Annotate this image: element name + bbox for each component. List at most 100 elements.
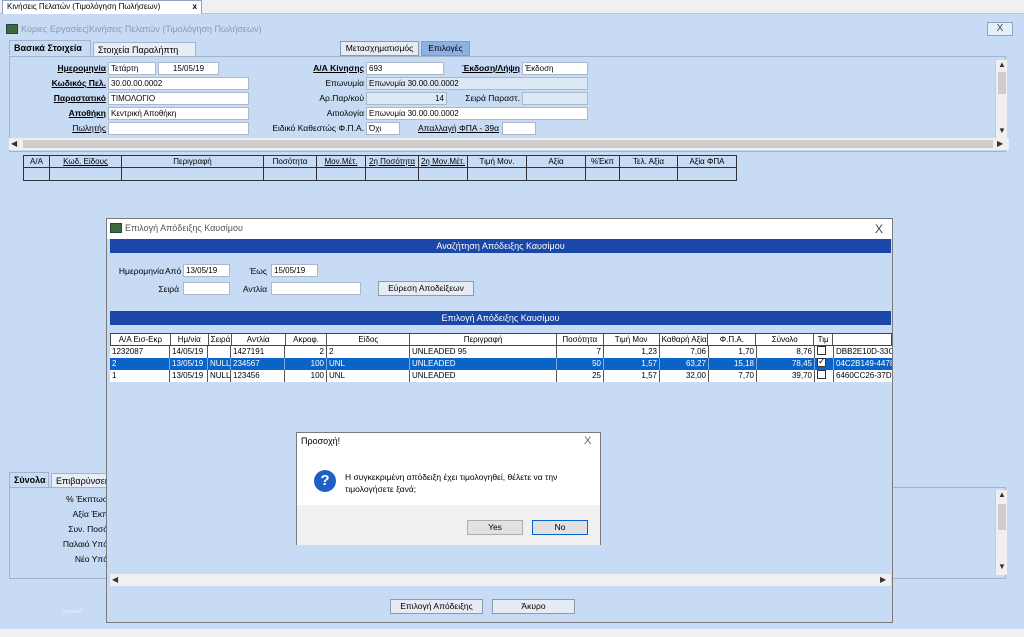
warehouse-label: Αποθήκη (68, 108, 106, 118)
app-icon (6, 24, 18, 34)
reason-label: Αιτιολογία (326, 108, 364, 118)
col-pump[interactable]: Αντλία (232, 334, 286, 345)
select-receipt-button[interactable]: Επιλογή Απόδειξης (390, 599, 483, 614)
aa-field[interactable]: 693 (366, 62, 444, 75)
seller-field[interactable] (108, 122, 249, 135)
tab-charges[interactable]: Επιβαρύνσεις (51, 473, 111, 488)
scroll-right-icon[interactable]: ▶ (880, 575, 886, 584)
vat-status-field[interactable]: Όχι (366, 122, 400, 135)
app-icon (110, 223, 122, 233)
date-label: Ημερομηνία (118, 266, 164, 276)
scroll-right-icon[interactable]: ▶ (997, 139, 1003, 148)
warehouse-field[interactable]: Κεντρική Αποθήκη (108, 107, 249, 120)
fuel-dialog-titlebar: Επιλογή Απόδειξης Καυσίμου (107, 219, 892, 239)
col-discount[interactable]: %Έκπ (586, 156, 620, 167)
no-button[interactable]: No (532, 520, 588, 535)
scroll-down-icon[interactable]: ▼ (998, 562, 1006, 571)
pump-field[interactable] (271, 282, 361, 295)
col-total[interactable]: Σύνολο (756, 334, 815, 345)
aa-label: Α/Α Κίνησης (313, 63, 364, 73)
options-button[interactable]: Επιλογές (421, 41, 470, 56)
document-tabstrip: Κινήσεις Πελατών (Τιμολόγηση Πωλήσεων) x (0, 0, 1024, 14)
confirm-dialog-footer: Yes No (297, 505, 600, 545)
tab-recipient-info[interactable]: Στοιχεία Παραλήπτη (93, 42, 196, 57)
table-row[interactable]: 1 13/05/19 NULL 123456 100 UNL UNLEADED … (110, 370, 892, 382)
col-series[interactable]: Σειρά (209, 334, 232, 345)
invoiced-checkbox[interactable] (817, 370, 826, 379)
document-tab-label: Κινήσεις Πελατών (Τιμολόγηση Πωλήσεων) (7, 2, 161, 11)
col-vat-value[interactable]: Αξία ΦΠΑ (678, 156, 736, 167)
date-to-field[interactable]: 15/05/19 (271, 264, 318, 277)
scroll-left-icon[interactable]: ◀ (112, 575, 118, 584)
col-vat[interactable]: Φ.Π.Α. (708, 334, 757, 345)
document-series-field (522, 92, 588, 105)
document-type-label: Παραστατικό (53, 93, 106, 103)
col-aa[interactable]: Α/Α (24, 156, 50, 167)
date-to-label: Έως (249, 266, 267, 276)
table-row[interactable]: 1232087 14/05/19 1427191 2 2 UNLEADED 95… (110, 346, 892, 358)
col-quantity[interactable]: Ποσότητα (264, 156, 317, 167)
col-quantity[interactable]: Ποσότητα (557, 334, 604, 345)
col-description[interactable]: Περιγραφή (410, 334, 557, 345)
transform-button[interactable]: Μετασχηματισμός (340, 41, 419, 56)
col-unit[interactable]: Μον.Μέτ. (317, 156, 366, 167)
col-net-value[interactable]: Καθαρή Αξία (660, 334, 709, 345)
tab-totals[interactable]: Σύνολα (9, 472, 49, 487)
table-row[interactable] (23, 168, 737, 181)
question-icon: ? (314, 470, 336, 492)
issue-field[interactable]: Έκδοση (522, 62, 588, 75)
invoiced-checkbox[interactable] (817, 358, 826, 367)
col-unit2[interactable]: 2η Μον.Μέτ. (419, 156, 468, 167)
yes-button[interactable]: Yes (467, 520, 523, 535)
scroll-left-icon[interactable]: ◀ (11, 139, 17, 148)
customer-code-field[interactable]: 30.00.00.0002 (108, 77, 249, 90)
invoiced-checkbox[interactable] (817, 346, 826, 355)
document-type-field[interactable]: ΤΙΜΟΛΟΓΙΟ (108, 92, 249, 105)
col-description[interactable]: Περιγραφή (122, 156, 264, 167)
date-from-field[interactable]: 13/05/19 (183, 264, 230, 277)
col-guid[interactable] (833, 334, 891, 345)
col-value[interactable]: Αξία (527, 156, 586, 167)
document-series-label: Σειρά Παραστ. (465, 93, 520, 103)
close-icon[interactable]: x (193, 2, 197, 11)
close-icon[interactable]: X (875, 222, 883, 236)
col-item[interactable]: Είδος (327, 334, 411, 345)
table-row-selected[interactable]: 2 13/05/19 NULL 234567 100 UNL UNLEADED … (110, 358, 892, 370)
issue-label: Έκδοση/Λήψη (462, 63, 520, 73)
scroll-up-icon[interactable]: ▲ (998, 490, 1006, 499)
col-qty2[interactable]: 2η Ποσότητα (366, 156, 419, 167)
customer-code-label: Κωδικός Πελ. (51, 78, 106, 88)
lines-grid-header: Α/Α Κωδ. Είδους Περιγραφή Ποσότητα Μον.Μ… (23, 155, 737, 168)
series-field[interactable] (183, 282, 230, 295)
col-invoiced[interactable]: Τιμ (814, 334, 834, 345)
confirm-message: Η συγκεκριμένη απόδειξη έχει τιμολογηθεί… (345, 472, 558, 494)
window-close-button[interactable]: X (987, 22, 1013, 36)
totals-label: Αξία Έκπ (72, 509, 108, 519)
name-label: Επωνυμία (325, 78, 364, 88)
tab-basic-info[interactable]: Βασικά Στοιχεία (9, 40, 91, 55)
lines-grid: Α/Α Κωδ. Είδους Περιγραφή Ποσότητα Μον.Μ… (23, 155, 737, 181)
search-section-bar: Αναζήτηση Απόδειξης Καυσίμου (110, 239, 891, 253)
col-unit-price[interactable]: Τιμή Μον. (468, 156, 527, 167)
confirm-dialog: Προσοχή! X ? Η συγκεκριμένη απόδειξη έχε… (296, 432, 601, 545)
cancel-button[interactable]: Άκυρο (492, 599, 575, 614)
col-final-value[interactable]: Τελ. Αξία (620, 156, 678, 167)
header-horizontal-scrollbar[interactable]: ◀ ▶ (9, 138, 1009, 150)
col-unit-price[interactable]: Τιμή Μον (604, 334, 660, 345)
scroll-up-icon[interactable]: ▲ (998, 60, 1006, 69)
col-item-code[interactable]: Κωδ. Είδους (50, 156, 122, 167)
col-aa[interactable]: Α/Α Εισ-Εκρ (111, 334, 171, 345)
totals-vertical-scrollbar[interactable]: ▲ ▼ (995, 490, 1007, 575)
header-vertical-scrollbar[interactable]: ▲ ▼ (995, 60, 1007, 138)
date-field[interactable]: 15/05/19 (158, 62, 219, 75)
day-field[interactable]: Τετάρτη (108, 62, 156, 75)
find-receipts-button[interactable]: Εύρεση Αποδείξεων (378, 281, 474, 296)
reason-field[interactable]: Επωνυμία 30.00.00.0002 (366, 107, 588, 120)
col-nozzle[interactable]: Ακροφ. (286, 334, 328, 345)
close-icon[interactable]: X (584, 435, 591, 447)
col-date[interactable]: Ημ/νία (171, 334, 209, 345)
document-tab[interactable]: Κινήσεις Πελατών (Τιμολόγηση Πωλήσεων) x (2, 0, 202, 14)
fuel-table-horizontal-scrollbar[interactable]: ◀ ▶ (110, 574, 891, 586)
scroll-down-icon[interactable]: ▼ (998, 126, 1006, 135)
vat-exempt-field[interactable] (502, 122, 536, 135)
